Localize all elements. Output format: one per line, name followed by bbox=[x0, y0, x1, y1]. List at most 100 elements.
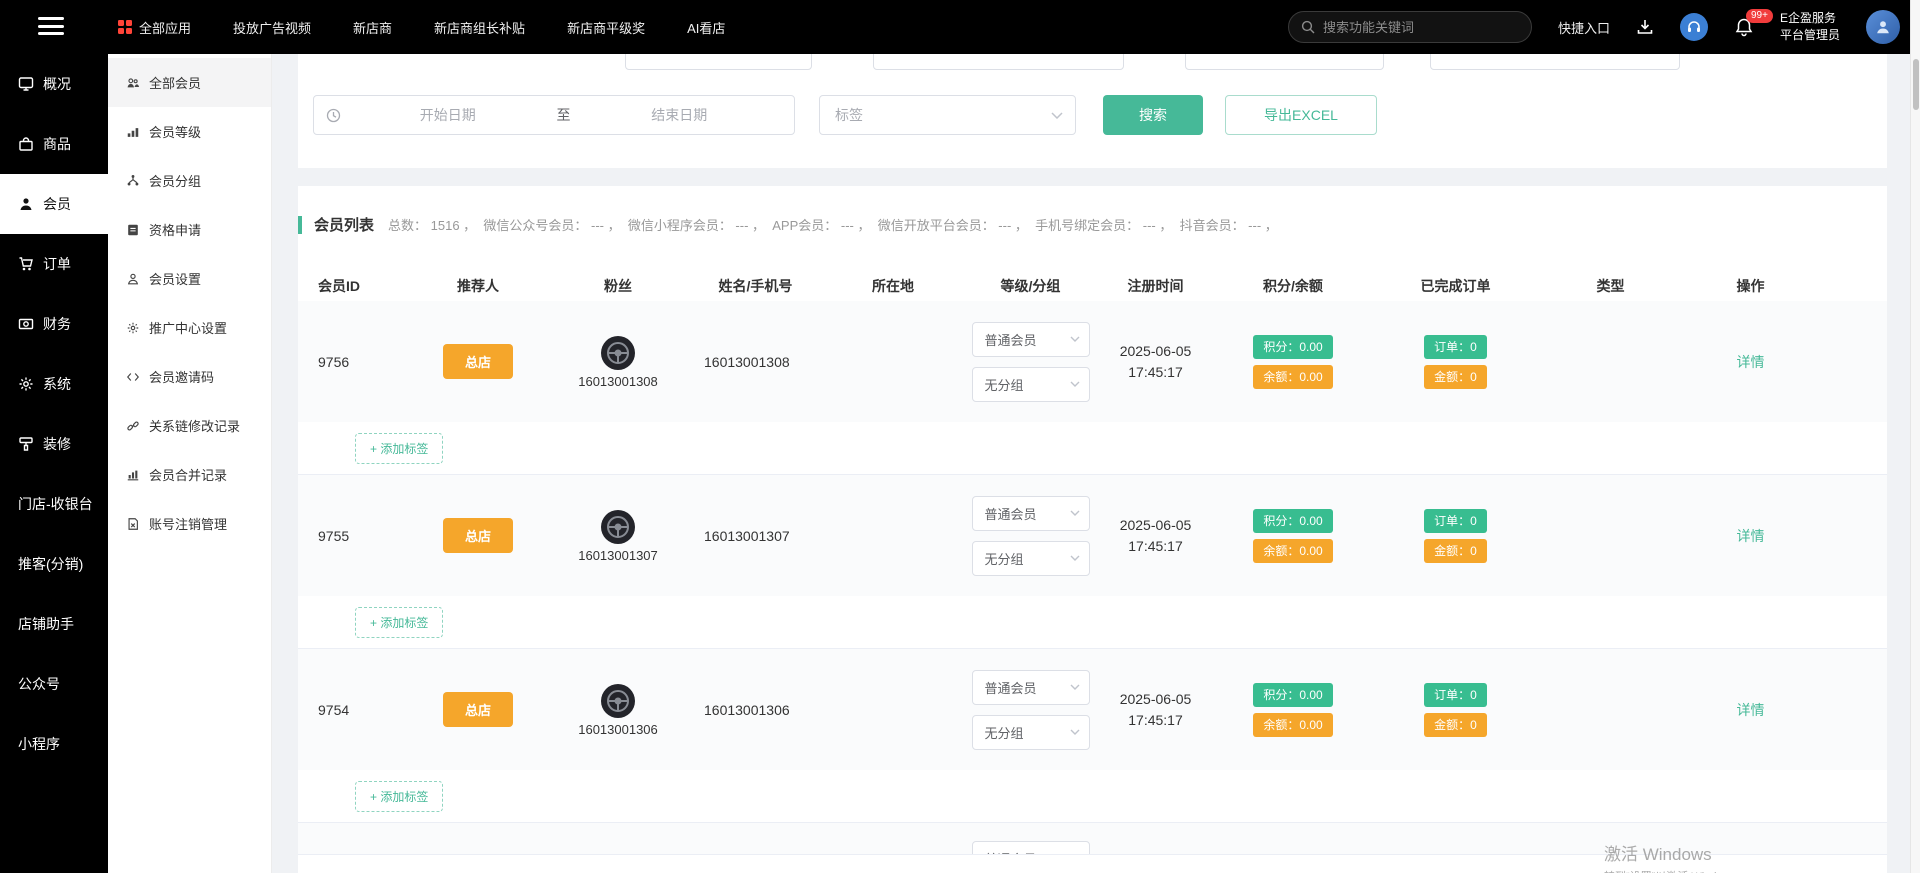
table-row: 9754 总店 16013001306 16013001306 普通会员 无分组… bbox=[298, 649, 1887, 770]
table-header-row: 会员ID 推荐人 粉丝 姓名/手机号 所在地 等级/分组 注册时间 积分/余额 … bbox=[298, 271, 1887, 301]
chevron-down-icon bbox=[1051, 112, 1063, 119]
completed-orders-cell: 订单：0 金额：0 bbox=[1373, 683, 1538, 737]
tag-strip: + 添加标签 bbox=[298, 596, 1887, 648]
detail-link[interactable]: 详情 bbox=[1737, 526, 1765, 546]
filter-input-2[interactable] bbox=[873, 54, 1124, 70]
sidebar-item-overview[interactable]: 概况 bbox=[0, 54, 108, 114]
referrer-button[interactable]: 总店 bbox=[443, 692, 513, 727]
sidebar-item-mini-program[interactable]: 小程序 bbox=[0, 714, 108, 774]
detail-link[interactable]: 详情 bbox=[1737, 700, 1765, 720]
balance-badge: 余额：0.00 bbox=[1253, 713, 1332, 737]
download-icon[interactable] bbox=[1636, 18, 1654, 36]
filter-input-4[interactable] bbox=[1430, 54, 1680, 70]
referrer-button[interactable]: 总店 bbox=[443, 344, 513, 379]
level-group-cell: 普通会员 无分组 bbox=[963, 322, 1098, 402]
member-record: 9756 总店 16013001308 16013001308 普通会员 无分组… bbox=[298, 301, 1887, 475]
sidebar-item-members[interactable]: 会员 bbox=[0, 174, 108, 234]
page-scrollbar bbox=[1910, 0, 1920, 873]
quick-entry-link[interactable]: 快捷入口 bbox=[1558, 18, 1610, 37]
fans-cell: 16013001307 bbox=[548, 509, 688, 563]
member-id: 9756 bbox=[298, 354, 408, 370]
topbar: 全部应用 投放广告视频 新店商 新店商组长补贴 新店商平级奖 AI看店 快捷入口… bbox=[0, 0, 1920, 54]
member-record-partial: 普通会员 bbox=[298, 823, 1887, 855]
member-id: 9754 bbox=[298, 702, 408, 718]
member-avatar bbox=[600, 335, 636, 371]
orders-badge: 订单：0 bbox=[1424, 335, 1487, 359]
sidebar-item-orders[interactable]: 订单 bbox=[0, 234, 108, 294]
date-separator: 至 bbox=[551, 105, 577, 125]
register-time: 2025-06-05 17:45:17 bbox=[1098, 515, 1213, 557]
apps-grid-icon bbox=[118, 20, 132, 34]
filter-input-1[interactable] bbox=[625, 54, 812, 70]
search-button[interactable]: 搜索 bbox=[1103, 95, 1203, 135]
primary-sidebar: 概况 商品 会员 订单 财务 系统 装修 门店-收银台 推客(分销) 店铺助手 … bbox=[0, 54, 108, 873]
sidebar-item-distribution[interactable]: 推客(分销) bbox=[0, 534, 108, 594]
points-badge: 积分：0.00 bbox=[1253, 683, 1332, 707]
detail-link[interactable]: 详情 bbox=[1737, 352, 1765, 372]
member-name: 16013001308 bbox=[688, 354, 823, 370]
submenu-item-all-members[interactable]: 全部会员 bbox=[108, 58, 271, 107]
date-range-picker[interactable]: 开始日期 至 结束日期 bbox=[313, 95, 795, 135]
group-select[interactable]: 无分组 bbox=[972, 367, 1090, 402]
sidebar-item-goods[interactable]: 商品 bbox=[0, 114, 108, 174]
sidebar-item-store-cashier[interactable]: 门店-收银台 bbox=[0, 474, 108, 534]
sidebar-item-system[interactable]: 系统 bbox=[0, 354, 108, 414]
fans-cell: 16013001306 bbox=[548, 683, 688, 737]
tag-select[interactable]: 标签 bbox=[819, 95, 1076, 135]
group-select[interactable]: 无分组 bbox=[972, 715, 1090, 750]
export-excel-button[interactable]: 导出EXCEL bbox=[1225, 95, 1377, 135]
menu-toggle-icon[interactable] bbox=[38, 17, 64, 37]
submenu-item-member-settings[interactable]: 会员设置 bbox=[108, 254, 271, 303]
topbar-nav: 全部应用 投放广告视频 新店商 新店商组长补贴 新店商平级奖 AI看店 bbox=[118, 0, 725, 54]
avatar[interactable] bbox=[1866, 10, 1900, 44]
member-avatar bbox=[600, 509, 636, 545]
add-tag-button[interactable]: + 添加标签 bbox=[355, 607, 443, 638]
scrollbar-thumb[interactable] bbox=[1913, 59, 1919, 110]
submenu-item-member-levels[interactable]: 会员等级 bbox=[108, 107, 271, 156]
group-select[interactable]: 无分组 bbox=[972, 541, 1090, 576]
submenu-item-invite-code[interactable]: 会员邀请码 bbox=[108, 352, 271, 401]
support-headset-icon[interactable] bbox=[1680, 13, 1708, 41]
submenu-item-relation-log[interactable]: 关系链修改记录 bbox=[108, 401, 271, 450]
filter-cut-row bbox=[298, 54, 1887, 71]
sidebar-item-official-account[interactable]: 公众号 bbox=[0, 654, 108, 714]
member-record: 9755 总店 16013001307 16013001307 普通会员 无分组… bbox=[298, 475, 1887, 649]
points-badge: 积分：0.00 bbox=[1253, 509, 1332, 533]
balance-badge: 余额：0.00 bbox=[1253, 539, 1332, 563]
add-tag-button[interactable]: + 添加标签 bbox=[355, 433, 443, 464]
submenu-item-promotion-settings[interactable]: 推广中心设置 bbox=[108, 303, 271, 352]
level-group-cell: 普通会员 无分组 bbox=[963, 496, 1098, 576]
filter-input-3[interactable] bbox=[1185, 54, 1384, 70]
member-id: 9755 bbox=[298, 528, 408, 544]
chevron-down-icon bbox=[1070, 336, 1080, 342]
referrer-button[interactable]: 总店 bbox=[443, 518, 513, 553]
accent-bar bbox=[298, 216, 302, 234]
nav-item-new-store[interactable]: 新店商 bbox=[353, 18, 392, 37]
nav-item-level-award[interactable]: 新店商平级奖 bbox=[567, 18, 645, 37]
nav-item-ai-watch[interactable]: AI看店 bbox=[687, 18, 725, 37]
notification-bell-icon[interactable]: 99+ bbox=[1734, 17, 1754, 37]
level-group-cell: 普通会员 bbox=[963, 823, 1098, 854]
nav-item-ad-video[interactable]: 投放广告视频 bbox=[233, 18, 311, 37]
level-select[interactable]: 普通会员 bbox=[972, 670, 1090, 705]
filter-panel: 开始日期 至 结束日期 标签 搜索 导出EXCEL bbox=[298, 54, 1887, 168]
sidebar-item-decoration[interactable]: 装修 bbox=[0, 414, 108, 474]
register-time: 2025-06-05 17:45:17 bbox=[1098, 689, 1213, 731]
fans-number: 16013001306 bbox=[578, 722, 658, 737]
all-apps-button[interactable]: 全部应用 bbox=[118, 18, 191, 37]
search-input[interactable] bbox=[1323, 20, 1519, 35]
sidebar-item-finance[interactable]: 财务 bbox=[0, 294, 108, 354]
points-badge: 积分：0.00 bbox=[1253, 335, 1332, 359]
sidebar-item-shop-assistant[interactable]: 店铺助手 bbox=[0, 594, 108, 654]
submenu-item-qualification[interactable]: 资格申请 bbox=[108, 205, 271, 254]
submenu-item-merge-log[interactable]: 会员合并记录 bbox=[108, 450, 271, 499]
submenu-item-member-groups[interactable]: 会员分组 bbox=[108, 156, 271, 205]
add-tag-button[interactable]: + 添加标签 bbox=[355, 781, 443, 812]
nav-item-group-subsidy[interactable]: 新店商组长补贴 bbox=[434, 18, 525, 37]
submenu-item-account-cancel[interactable]: 账号注销管理 bbox=[108, 499, 271, 548]
level-select[interactable]: 普通会员 bbox=[972, 322, 1090, 357]
main-content: 开始日期 至 结束日期 标签 搜索 导出EXCEL 会员列表 总数： 1516 … bbox=[272, 54, 1920, 873]
level-select[interactable]: 普通会员 bbox=[972, 496, 1090, 531]
level-select[interactable]: 普通会员 bbox=[972, 841, 1090, 854]
filter-row: 开始日期 至 结束日期 标签 搜索 导出EXCEL bbox=[313, 95, 1887, 135]
